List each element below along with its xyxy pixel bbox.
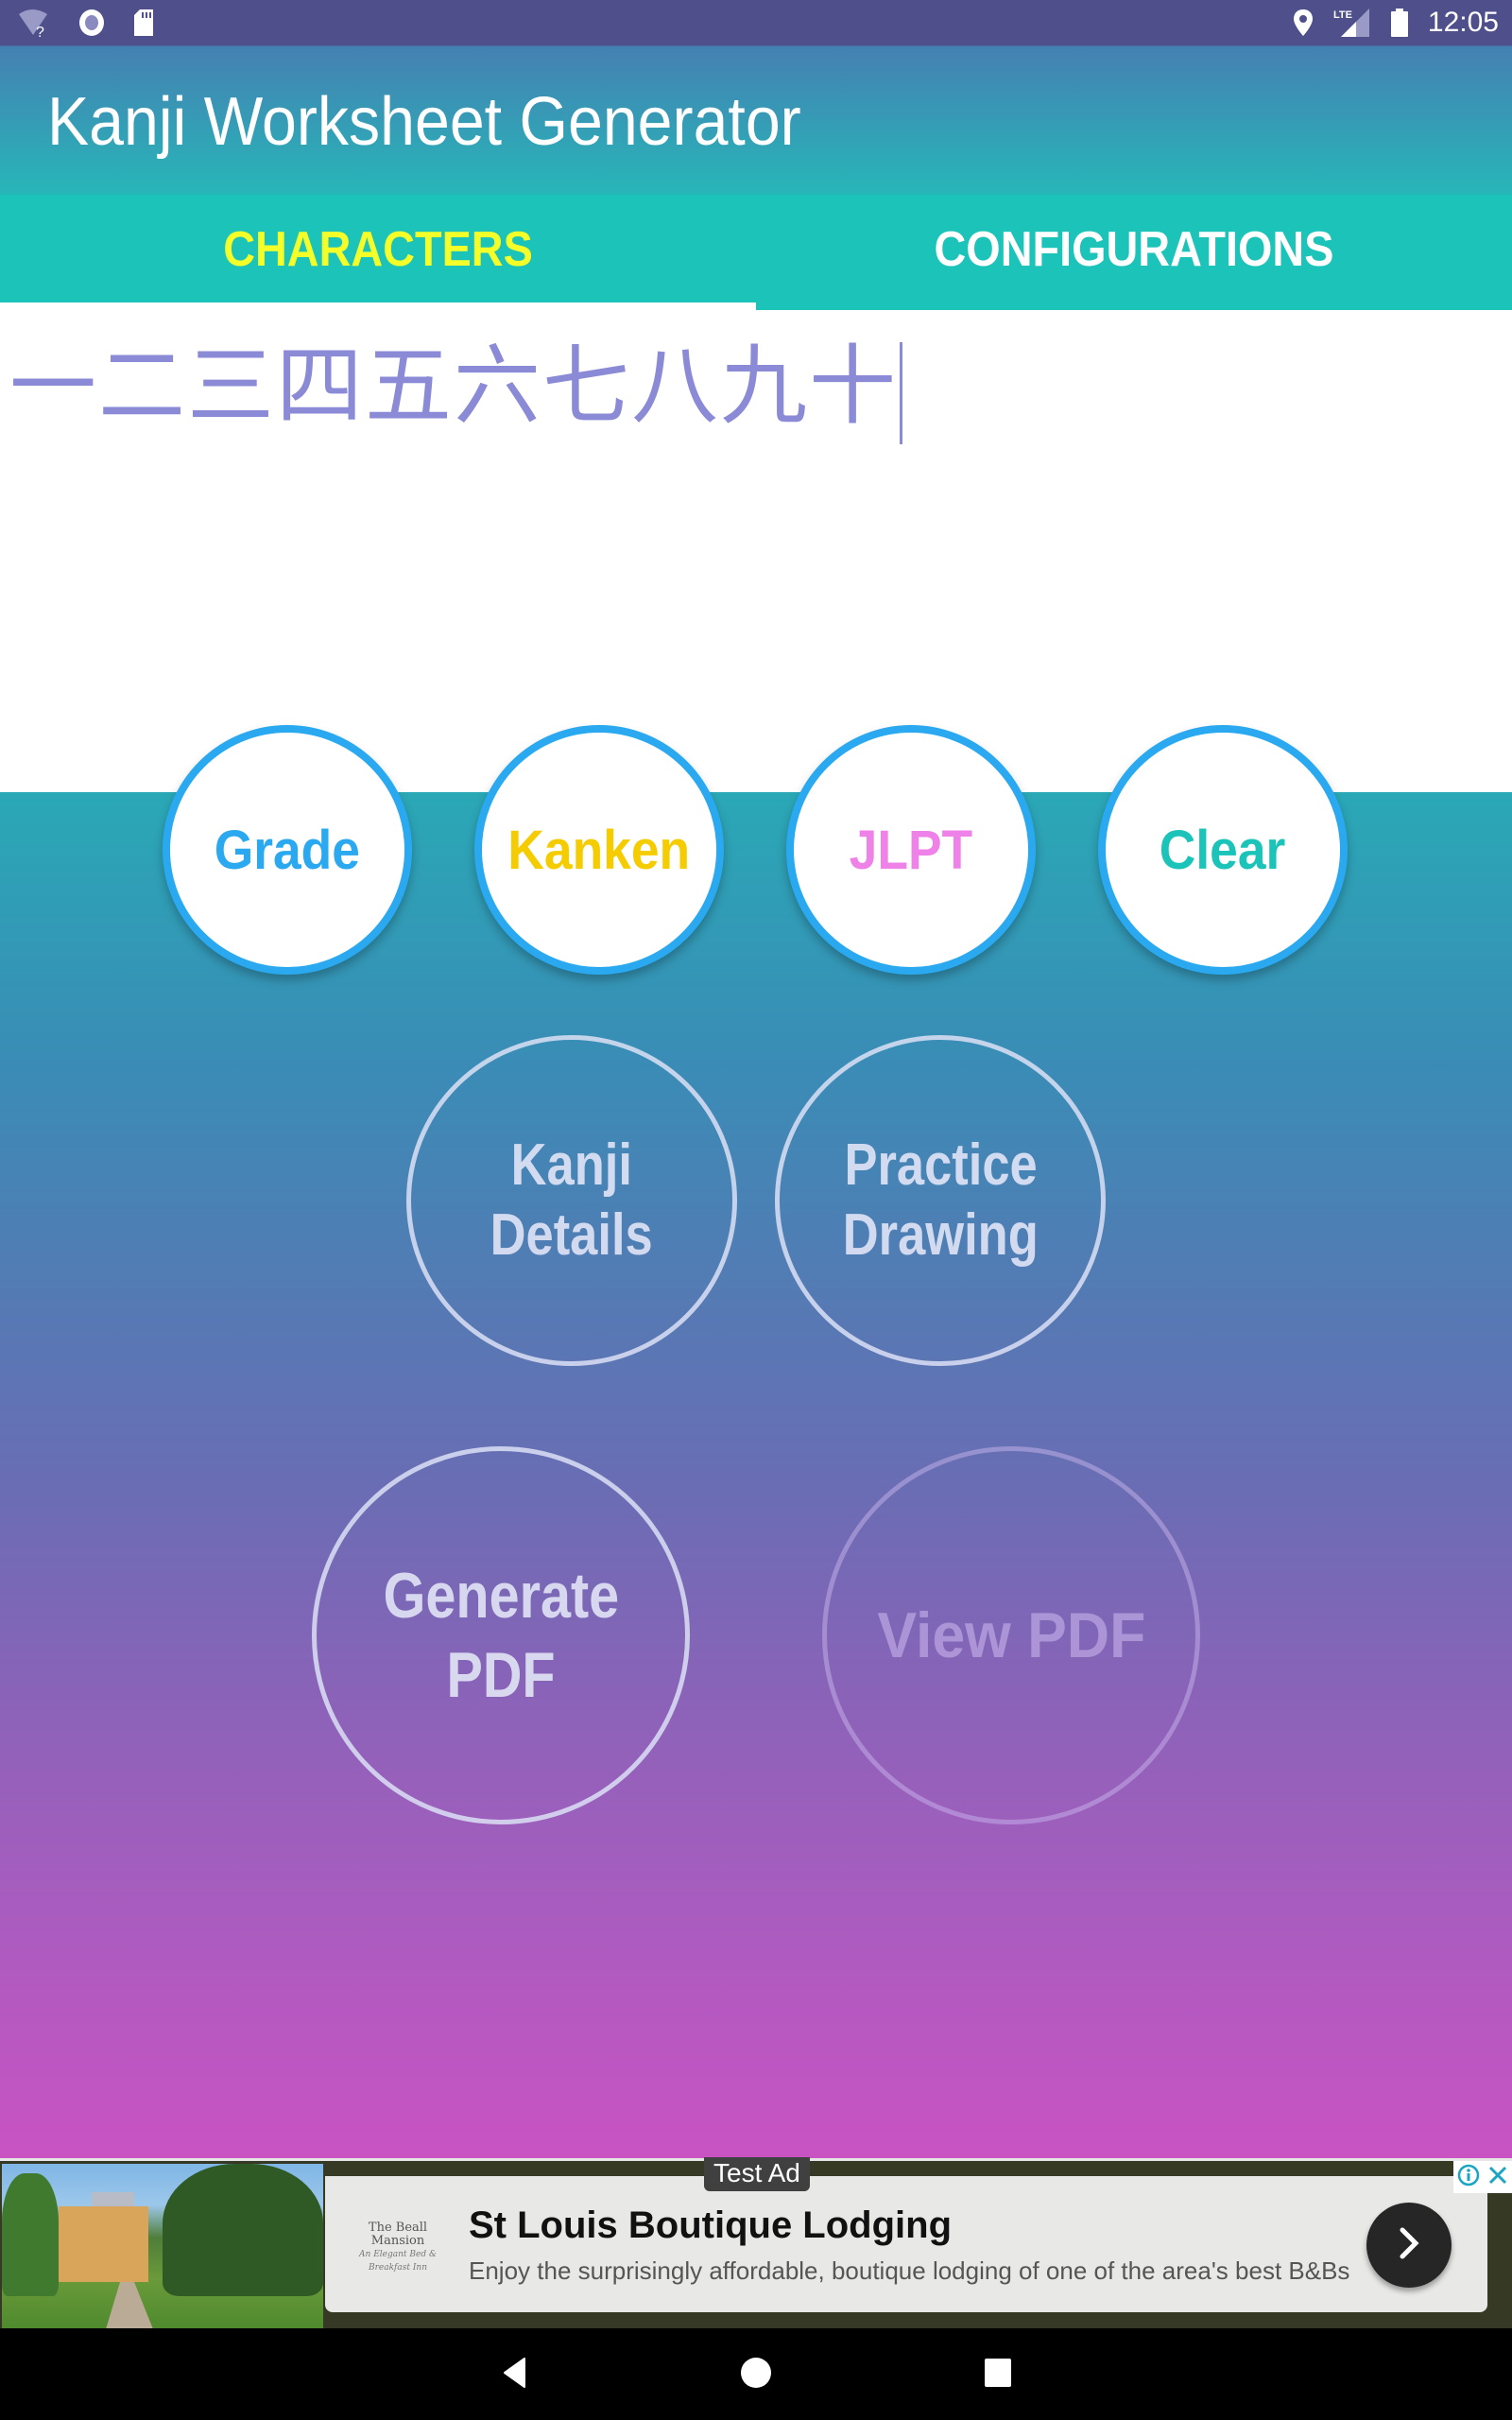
- back-icon: [502, 2357, 528, 2394]
- ad-banner[interactable]: The Beall Mansion An Elegant Bed & Break…: [0, 2157, 1512, 2331]
- clear-button[interactable]: Clear: [1098, 725, 1348, 975]
- kanji-details-line2: Details: [490, 1202, 654, 1268]
- tab-characters[interactable]: CHARACTERS: [0, 195, 756, 304]
- tab-bar: CHARACTERS CONFIGURATIONS: [0, 195, 1512, 310]
- home-button[interactable]: [734, 2353, 778, 2396]
- status-bar: ? LTE 12:05: [0, 0, 1512, 45]
- kanken-button-label: Kanken: [507, 819, 691, 881]
- chevron-right-icon: [1395, 2224, 1423, 2267]
- ad-choices[interactable]: [1453, 2161, 1512, 2193]
- close-icon[interactable]: [1487, 2165, 1508, 2190]
- recents-button[interactable]: [976, 2353, 1020, 2396]
- jlpt-button[interactable]: JLPT: [786, 725, 1036, 975]
- navigation-bar: [0, 2328, 1512, 2420]
- kanji-input[interactable]: 一二三四五六七八九十: [9, 316, 903, 445]
- ad-logo-tagline: An Elegant Bed & Breakfast Inn: [359, 2250, 437, 2273]
- practice-drawing-button[interactable]: Practice Drawing: [775, 1035, 1106, 1366]
- practice-drawing-line1: Practice: [843, 1132, 1038, 1198]
- ad-logo-name: The Beall Mansion: [368, 2221, 428, 2248]
- ad-title: St Louis Boutique Lodging: [469, 2204, 953, 2246]
- kanji-details-label: Kanji Details: [483, 1131, 660, 1270]
- svg-text:LTE: LTE: [1333, 9, 1352, 21]
- app-title: Kanji Worksheet Generator: [47, 84, 801, 160]
- kanken-button[interactable]: Kanken: [474, 725, 724, 975]
- grade-button[interactable]: Grade: [163, 725, 412, 975]
- main-gradient-background: [0, 792, 1512, 2158]
- home-icon: [740, 2357, 772, 2394]
- ad-body: Enjoy the surprisingly affordable, bouti…: [469, 2256, 1350, 2285]
- view-pdf-label: View PDF: [877, 1599, 1145, 1671]
- ad-image: [2, 2164, 323, 2329]
- sd-card-icon: [132, 8, 155, 38]
- recording-icon: [77, 8, 106, 38]
- practice-drawing-line2: Drawing: [842, 1202, 1039, 1268]
- info-icon[interactable]: [1457, 2164, 1480, 2191]
- location-icon: [1292, 8, 1314, 38]
- tab-configurations-label: CONFIGURATIONS: [934, 222, 1334, 277]
- tab-configurations[interactable]: CONFIGURATIONS: [756, 195, 1512, 304]
- svg-text:?: ?: [36, 25, 44, 39]
- recents-icon: [984, 2358, 1012, 2393]
- kanji-input-area: 一二三四五六七八九十: [0, 302, 1512, 792]
- clear-button-label: Clear: [1160, 819, 1286, 881]
- generate-pdf-line2: PDF: [446, 1639, 556, 1711]
- generate-pdf-button[interactable]: Generate PDF: [312, 1446, 690, 1824]
- app-bar: Kanji Worksheet Generator: [0, 45, 1512, 195]
- text-caret: [900, 342, 903, 445]
- kanji-input-value: 一二三四五六七八九十: [9, 336, 899, 437]
- practice-drawing-label: Practice Drawing: [833, 1131, 1046, 1270]
- tab-indicator-gap: [756, 302, 1512, 310]
- clock: 12:05: [1427, 7, 1499, 38]
- generate-pdf-line1: Generate: [383, 1560, 619, 1632]
- generate-pdf-label: Generate PDF: [372, 1556, 628, 1715]
- kanji-details-line1: Kanji: [510, 1132, 633, 1198]
- view-pdf-button[interactable]: View PDF: [822, 1446, 1200, 1824]
- kanji-details-button[interactable]: Kanji Details: [406, 1035, 737, 1366]
- tab-characters-label: CHARACTERS: [223, 222, 533, 277]
- ad-logo: The Beall Mansion An Elegant Bed & Break…: [346, 2221, 450, 2273]
- battery-icon: [1390, 8, 1409, 38]
- grade-button-label: Grade: [214, 819, 361, 881]
- test-ad-badge: Test Ad: [704, 2157, 810, 2191]
- lte-signal-icon: LTE: [1333, 7, 1371, 39]
- ad-card[interactable]: The Beall Mansion An Elegant Bed & Break…: [325, 2176, 1487, 2312]
- ad-open-button[interactable]: [1366, 2203, 1452, 2288]
- wifi-unknown-icon: ?: [17, 9, 51, 39]
- back-button[interactable]: [493, 2353, 537, 2396]
- jlpt-button-label: JLPT: [849, 819, 973, 881]
